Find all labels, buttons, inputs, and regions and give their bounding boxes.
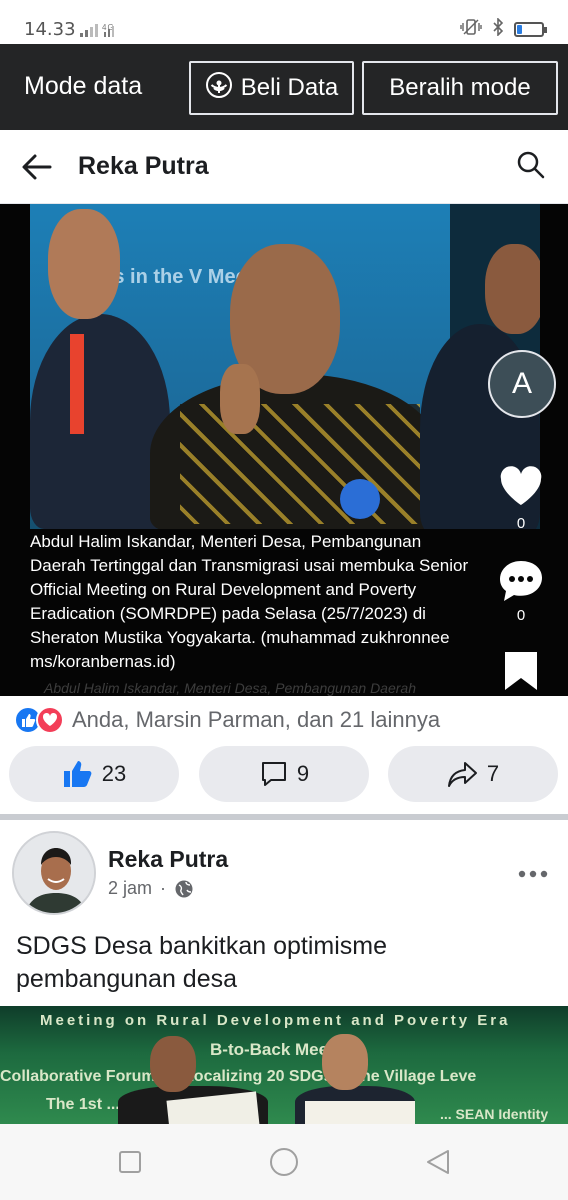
status-time: 14.33 (24, 19, 76, 40)
buy-data-label: Beli Data (240, 74, 339, 101)
comment-bubble-icon[interactable] (497, 558, 545, 604)
reaction-summary-text: Anda, Marsin Parman, dan 21 lainnya (72, 707, 441, 732)
thumbs-up-icon (63, 761, 92, 787)
comment-button[interactable]: 9 (199, 746, 369, 802)
post-text: SDGS Desa bankitkan optimisme pembanguna… (16, 932, 387, 993)
comment-count: 9 (296, 761, 310, 786)
author-name[interactable]: Reka Putra (108, 846, 228, 873)
buy-data-button[interactable]: Beli Data (189, 61, 354, 115)
side-like-count: 0 (516, 515, 526, 532)
status-bar: 14.33 4G (0, 0, 568, 44)
vibrate-icon (460, 18, 482, 41)
banner-line: Meeting on Rural Development and Poverty… (40, 1012, 511, 1029)
bluetooth-icon (492, 17, 504, 41)
cell-signal-icon: 4G (80, 22, 120, 41)
author-avatar[interactable] (12, 831, 96, 915)
share-arrow-icon (447, 762, 477, 787)
data-mode-bar: Mode data Beli Data Beralih mode (0, 44, 568, 130)
post-time[interactable]: 2 jam (108, 878, 152, 899)
broadcast-icon (205, 71, 233, 106)
bookmark-icon[interactable] (503, 650, 539, 692)
post-divider (0, 814, 568, 820)
more-options-icon[interactable] (518, 858, 548, 884)
microphone (340, 479, 380, 519)
person-left (30, 314, 170, 529)
meta-separator: · (160, 878, 167, 898)
comment-icon (261, 762, 286, 786)
globe-icon (175, 880, 193, 897)
home-circle-icon[interactable] (268, 1146, 300, 1178)
side-avatar[interactable]: A (488, 350, 556, 418)
banner-line: Collaborative Forum on Localizing 20 SDG… (0, 1068, 477, 1085)
search-icon[interactable] (516, 150, 546, 180)
switch-mode-label: Beralih mode (389, 74, 531, 101)
heart-icon[interactable] (497, 465, 545, 509)
reaction-summary[interactable]: Anda, Marsin Parman, dan 21 lainnya (14, 704, 440, 736)
love-reaction-icon (36, 706, 64, 734)
data-mode-title: Mode data (24, 72, 143, 100)
battery-level (517, 25, 522, 34)
share-button[interactable]: 7 (388, 746, 558, 802)
switch-mode-button[interactable]: Beralih mode (362, 61, 558, 115)
share-count: 7 (486, 761, 500, 786)
banner-line: ... SEAN Identity (440, 1106, 549, 1122)
post-meta: 2 jam · (108, 878, 194, 899)
recents-square-icon[interactable] (118, 1150, 142, 1174)
page-header: Reka Putra (0, 130, 568, 204)
caption-ghost-text: Abdul Halim Iskandar, Menteri Desa, Pemb… (44, 680, 416, 696)
back-triangle-icon[interactable] (424, 1148, 452, 1176)
signed-document (305, 1101, 415, 1124)
like-count: 23 (101, 761, 127, 786)
like-button[interactable]: 23 (9, 746, 179, 802)
side-comment-count: 0 (516, 607, 526, 624)
photo-scene: SDGs in the V Meeting (30, 204, 540, 529)
post-image[interactable]: Meeting on Rural Development and Poverty… (0, 1006, 568, 1124)
media-caption: Abdul Halim Iskandar, Menteri Desa, Pemb… (30, 532, 469, 671)
page-title: Reka Putra (78, 152, 209, 180)
system-nav-bar (0, 1124, 568, 1200)
back-arrow-icon[interactable] (20, 150, 54, 184)
battery-icon (514, 22, 547, 37)
